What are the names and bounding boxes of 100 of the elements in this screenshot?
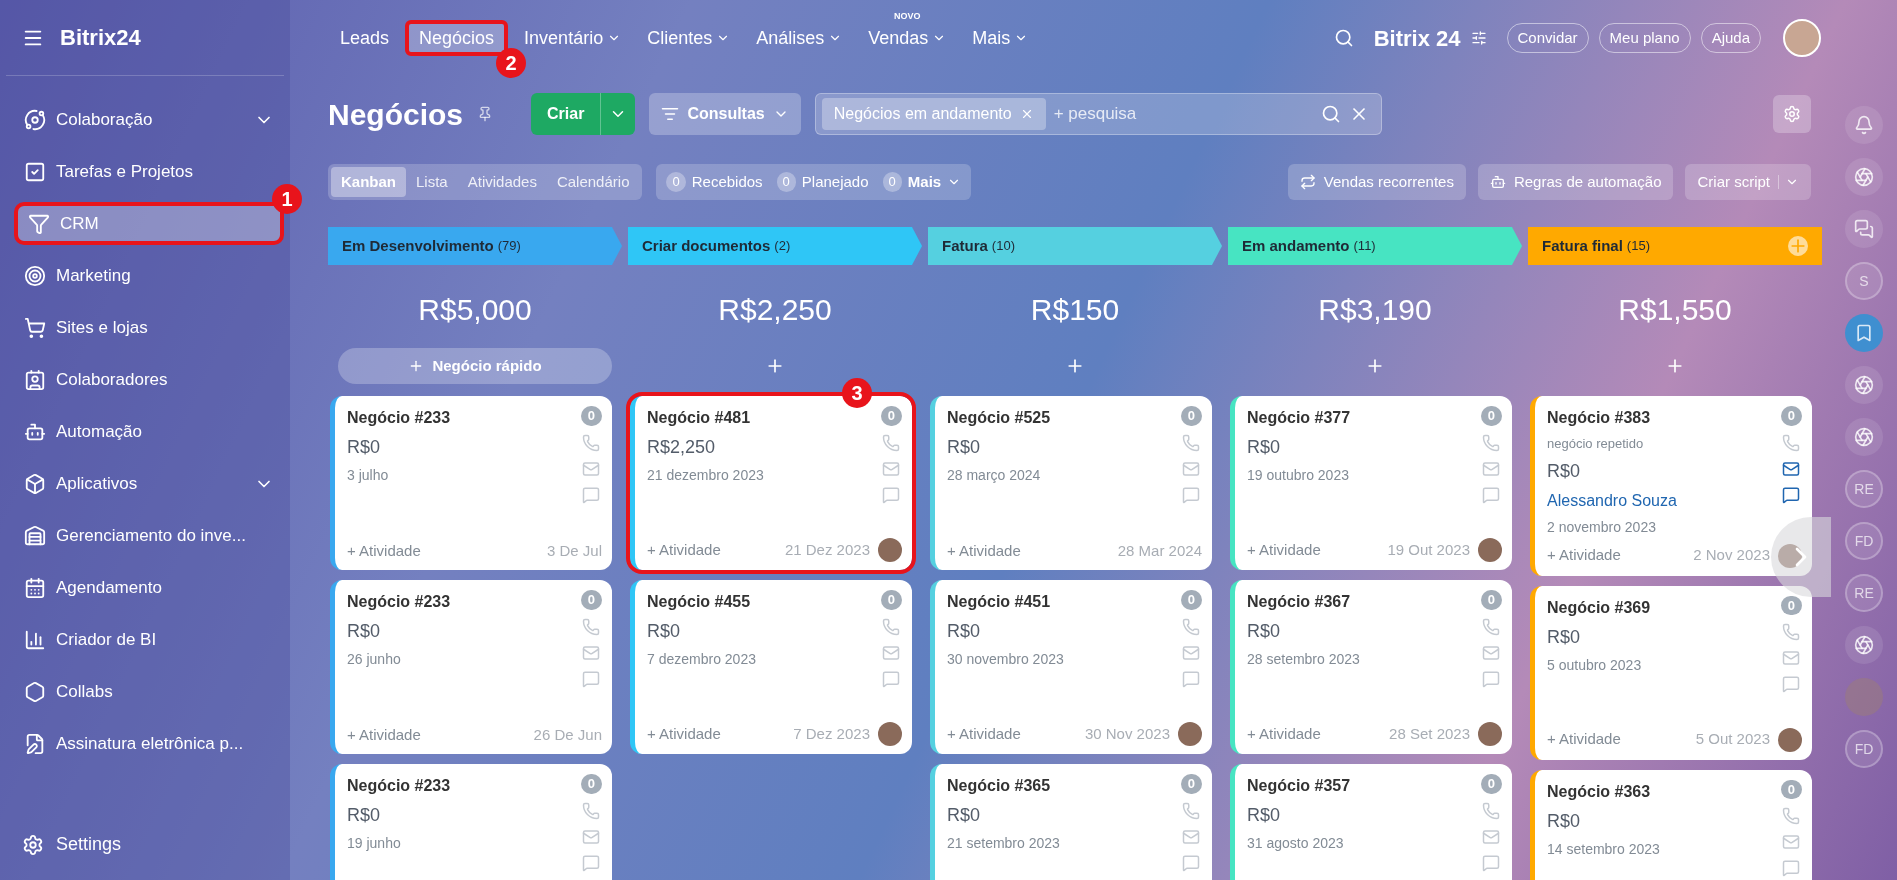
stage-header[interactable]: Fatura final (15) bbox=[1528, 227, 1822, 265]
phone-icon[interactable] bbox=[882, 617, 901, 636]
nav-tab[interactable]: Negócios bbox=[405, 20, 509, 56]
contact-link[interactable]: Alessandro Souza bbox=[1547, 488, 1781, 513]
deal-card[interactable]: Negócio #363 R$0 14 setembro 2023 0 bbox=[1530, 769, 1812, 880]
deal-card[interactable]: Negócio #233 R$0 26 junho 0 + Atividade 26 De Jun bbox=[330, 580, 612, 754]
logo[interactable]: Bitrix24 bbox=[60, 21, 141, 54]
user-initials[interactable]: FD bbox=[1845, 730, 1883, 768]
scroll-right-button[interactable] bbox=[1771, 517, 1831, 597]
stage-header[interactable]: Criar documentos (2) bbox=[628, 227, 922, 265]
add-activity-link[interactable]: + Atividade bbox=[347, 539, 421, 562]
sidebar-item[interactable]: Marketing bbox=[14, 254, 284, 297]
deal-card[interactable]: Negócio #357 R$0 31 agosto 2023 0 bbox=[1230, 764, 1512, 880]
deal-title[interactable]: Negócio #233 bbox=[347, 406, 581, 430]
sidebar-item[interactable]: Colaboradores bbox=[14, 358, 284, 401]
phone-icon[interactable] bbox=[1782, 433, 1801, 452]
search-icon[interactable] bbox=[1333, 28, 1354, 48]
deal-title[interactable]: Negócio #525 bbox=[947, 406, 1181, 430]
deal-title[interactable]: Negócio #481 bbox=[647, 406, 881, 430]
deal-card[interactable]: Negócio #377 R$0 19 outubro 2023 0 + Atividade 19 Out 2023 bbox=[1230, 396, 1512, 570]
add-activity-link[interactable]: + Atividade bbox=[947, 539, 1021, 562]
add-activity-link[interactable]: + Atividade bbox=[647, 722, 721, 746]
sidebar-item[interactable]: Assinatura eletrônica p... bbox=[14, 722, 284, 765]
nav-tab[interactable]: Mais bbox=[962, 20, 1039, 56]
plus-icon[interactable] bbox=[1788, 236, 1808, 256]
rail-button[interactable] bbox=[1845, 626, 1883, 664]
deal-title[interactable]: Negócio #451 bbox=[947, 590, 1181, 614]
action-button[interactable]: Vendas recorrentes bbox=[1287, 164, 1466, 200]
deal-title[interactable]: Negócio #369 bbox=[1547, 595, 1781, 620]
create-button[interactable]: Criar bbox=[531, 93, 636, 135]
sidebar-item[interactable]: Aplicativos bbox=[14, 462, 284, 505]
deal-title[interactable]: Negócio #363 bbox=[1547, 779, 1781, 804]
phone-icon[interactable] bbox=[582, 801, 601, 820]
add-activity-link[interactable]: + Atividade bbox=[647, 538, 721, 562]
deal-card[interactable]: Negócio #451 R$0 30 novembro 2023 0 + Atividade 30 Nov 2023 bbox=[930, 580, 1212, 754]
sidebar-item[interactable]: Automação bbox=[14, 410, 284, 453]
nav-tab[interactable]: Clientes bbox=[637, 20, 741, 56]
avatar[interactable] bbox=[1778, 543, 1802, 568]
avatar[interactable] bbox=[878, 538, 902, 562]
avatar[interactable] bbox=[878, 722, 902, 746]
phone-icon[interactable] bbox=[1182, 617, 1201, 636]
add-activity-link[interactable]: + Atividade bbox=[1547, 544, 1621, 567]
counter-filter[interactable]: 0 Mais bbox=[882, 170, 962, 194]
phone-icon[interactable] bbox=[882, 433, 901, 452]
sidebar-item[interactable]: Sites e lojas bbox=[14, 306, 284, 349]
deal-card[interactable]: Negócio #455 R$0 7 dezembro 2023 0 + Atividade 7 Dez 2023 bbox=[630, 580, 912, 754]
deal-card[interactable]: Negócio #365 R$0 21 setembro 2023 0 bbox=[930, 764, 1212, 880]
stage-header[interactable]: Fatura (10) bbox=[928, 227, 1222, 265]
deal-title[interactable]: Negócio #377 bbox=[1247, 406, 1481, 430]
settings-link[interactable]: Settings bbox=[56, 831, 122, 858]
sliders-icon[interactable] bbox=[1470, 30, 1487, 46]
deal-card[interactable]: Negócio #525 R$0 28 março 2024 0 + Atividade 28 Mar 2024 bbox=[930, 396, 1212, 570]
deal-card[interactable]: Negócio #369 R$0 5 outubro 2023 0 + Atividade 5 Out 2023 bbox=[1530, 585, 1812, 760]
add-activity-link[interactable]: + Atividade bbox=[947, 722, 1021, 746]
mail-icon[interactable] bbox=[1782, 459, 1801, 478]
sidebar-item[interactable]: Criador de BI bbox=[14, 618, 284, 661]
deal-title[interactable]: Negócio #233 bbox=[347, 774, 581, 798]
avatar[interactable] bbox=[1778, 727, 1802, 752]
phone-icon[interactable] bbox=[582, 617, 601, 636]
phone-icon[interactable] bbox=[1482, 433, 1501, 452]
counter-filter[interactable]: 0 Planejado bbox=[776, 170, 869, 194]
avatar[interactable] bbox=[1783, 19, 1821, 57]
deal-card[interactable]: Negócio #233 R$0 19 junho 0 bbox=[330, 764, 612, 880]
nav-tab[interactable]: Vendas bbox=[858, 20, 957, 56]
stage-header[interactable]: Em andamento (11) bbox=[1228, 227, 1522, 265]
deal-title[interactable]: Negócio #233 bbox=[347, 590, 581, 614]
add-activity-link[interactable]: + Atividade bbox=[1247, 722, 1321, 746]
rail-button[interactable] bbox=[1845, 366, 1883, 404]
avatar[interactable] bbox=[1478, 538, 1502, 562]
sidebar-item[interactable]: Gerenciamento do inve... bbox=[14, 514, 284, 557]
phone-icon[interactable] bbox=[1782, 807, 1801, 825]
stage-header[interactable]: Em Desenvolvimento (79) bbox=[328, 227, 622, 265]
rail-button[interactable] bbox=[1845, 106, 1883, 144]
phone-icon[interactable] bbox=[1182, 801, 1201, 820]
deal-title[interactable]: Negócio #357 bbox=[1247, 774, 1481, 798]
deal-card[interactable]: Negócio #383 negócio repetido R$0 Alessandro Souza 2 novembro 2023 0 + Atividade 2 Nov 2023 bbox=[1530, 396, 1812, 576]
nav-tab[interactable]: Análises bbox=[746, 20, 853, 56]
sidebar-item[interactable]: Agendamento bbox=[14, 566, 284, 609]
phone-icon[interactable] bbox=[1482, 801, 1501, 820]
deal-card[interactable]: Negócio #233 R$0 3 julho 0 + Atividade 3 De Jul bbox=[330, 396, 612, 570]
add-activity-link[interactable]: + Atividade bbox=[347, 723, 421, 746]
deal-card[interactable]: Negócio #367 R$0 28 setembro 2023 0 + Atividade 28 Set 2023 bbox=[1230, 580, 1512, 754]
rail-button[interactable] bbox=[1845, 418, 1883, 456]
sidebar-item[interactable]: Colaboração bbox=[14, 98, 284, 141]
add-activity-link[interactable]: + Atividade bbox=[1547, 728, 1621, 751]
search-icon[interactable] bbox=[1320, 104, 1341, 124]
phone-icon[interactable] bbox=[582, 433, 601, 452]
settings-button[interactable] bbox=[1773, 95, 1811, 133]
avatar[interactable] bbox=[1478, 722, 1502, 746]
rail-button[interactable] bbox=[1845, 314, 1883, 352]
deal-title[interactable]: Negócio #367 bbox=[1247, 590, 1481, 614]
phone-icon[interactable] bbox=[1182, 433, 1201, 452]
rail-button[interactable] bbox=[1845, 158, 1883, 196]
avatar[interactable] bbox=[1178, 722, 1202, 746]
deal-title[interactable]: Negócio #455 bbox=[647, 590, 881, 614]
counter-filter[interactable]: 0 Recebidos bbox=[666, 170, 763, 194]
deal-title[interactable]: Negócio #383 bbox=[1547, 406, 1781, 430]
sidebar-item[interactable]: Collabs bbox=[14, 670, 284, 713]
add-activity-link[interactable]: + Atividade bbox=[1247, 538, 1321, 562]
phone-icon[interactable] bbox=[1482, 617, 1501, 636]
